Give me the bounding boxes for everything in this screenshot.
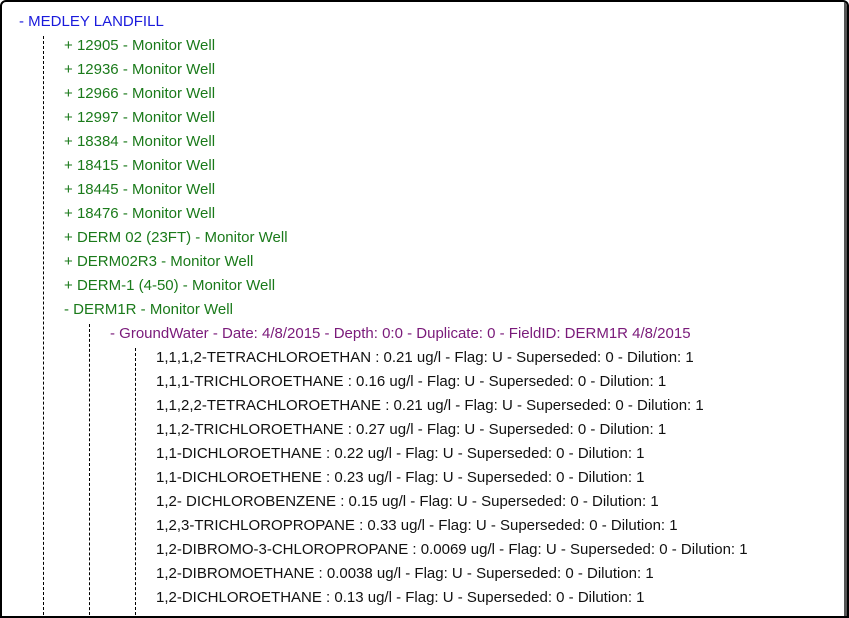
tree-node-well[interactable]: + 18384 - Monitor Well [64,130,215,154]
tree-node-label: 18445 - Monitor Well [76,181,216,198]
tree-guide-level-2 [89,324,90,616]
tree-node-well[interactable]: + DERM02R3 - Monitor Well [64,250,253,274]
tree-node-result[interactable]: 1,2-DIBROMOETHANE : 0.0038 ug/l - Flag: … [156,562,654,586]
tree-node-result[interactable]: 1,2,3-TRICHLOROPROPANE : 0.33 ug/l - Fla… [156,514,678,538]
tree-node-result[interactable]: 1,1,1-TRICHLOROETHANE : 0.16 ug/l - Flag… [156,370,666,394]
tree-guide-level-3 [135,348,136,616]
expand-toggle[interactable]: + [64,109,77,126]
tree-node-label: 18415 - Monitor Well [76,157,216,174]
expand-toggle[interactable]: + [64,61,77,78]
tree-node-result[interactable]: 1,2-DIBROMO-3-CHLOROPROPANE : 0.0069 ug/… [156,538,748,562]
tree-node-result[interactable]: 1,2- DICHLOROBENZENE : 0.15 ug/l - Flag:… [156,490,659,514]
tree-node-result[interactable]: 1,1,2,2-TETRACHLOROETHANE : 0.21 ug/l - … [156,394,704,418]
collapse-toggle[interactable]: - [19,13,28,30]
tree-node-well[interactable]: + 12905 - Monitor Well [64,34,215,58]
tree-node-result[interactable]: 1,2-DICHLOROETHANE : 0.13 ug/l - Flag: U… [156,586,645,610]
tree-node-label: 12997 - Monitor Well [76,109,216,126]
tree-node-label: DERM1R - Monitor Well [73,301,233,318]
tree-node-result[interactable]: 1,1-DICHLOROETHANE : 0.22 ug/l - Flag: U… [156,442,645,466]
tree-node-well-expanded[interactable]: - DERM1R - Monitor Well [64,298,233,322]
tree-node-sample[interactable]: - GroundWater - Date: 4/8/2015 - Depth: … [110,322,691,346]
tree-panel: - MEDLEY LANDFILL + 12905 - Monitor Well… [0,0,849,618]
tree-node-label: 12905 - Monitor Well [76,37,216,54]
tree-node-well[interactable]: + DERM-1 (4-50) - Monitor Well [64,274,275,298]
tree-node-result[interactable]: 1,1,1,2-TETRACHLOROETHAN : 0.21 ug/l - F… [156,346,694,370]
tree-node-label: 18476 - Monitor Well [76,205,216,222]
tree-node-well[interactable]: + 18445 - Monitor Well [64,178,215,202]
panel-shadow [844,2,847,616]
tree-node-label: MEDLEY LANDFILL [28,13,164,30]
tree-node-well[interactable]: + 12966 - Monitor Well [64,82,215,106]
expand-toggle[interactable]: + [64,181,77,198]
collapse-toggle[interactable]: - [110,325,119,342]
tree-node-result[interactable]: 1,1,2-TRICHLOROETHANE : 0.27 ug/l - Flag… [156,418,666,442]
tree-node-well[interactable]: + DERM 02 (23FT) - Monitor Well [64,226,288,250]
expand-toggle[interactable]: + [64,157,77,174]
expand-toggle[interactable]: + [64,85,77,102]
tree-node-label: DERM02R3 - Monitor Well [76,253,254,270]
tree-guide-level-1 [43,36,44,616]
tree-node-label: 12966 - Monitor Well [76,85,216,102]
collapse-toggle[interactable]: - [64,301,73,318]
tree-node-well[interactable]: + 12997 - Monitor Well [64,106,215,130]
expand-toggle[interactable]: + [64,277,77,294]
expand-toggle[interactable]: + [64,253,77,270]
tree-node-label: 18384 - Monitor Well [76,133,216,150]
tree-node-label: DERM-1 (4-50) - Monitor Well [76,277,276,294]
expand-toggle[interactable]: + [64,37,77,54]
tree-node-result[interactable]: 1,1-DICHLOROETHENE : 0.23 ug/l - Flag: U… [156,466,645,490]
expand-toggle[interactable]: + [64,229,77,246]
tree-node-label: 12936 - Monitor Well [76,61,216,78]
tree-node-label: GroundWater - Date: 4/8/2015 - Depth: 0:… [119,325,691,342]
tree-node-root[interactable]: - MEDLEY LANDFILL [19,10,164,34]
tree-node-well[interactable]: + 12936 - Monitor Well [64,58,215,82]
tree-node-label: DERM 02 (23FT) - Monitor Well [76,229,288,246]
expand-toggle[interactable]: + [64,205,77,222]
expand-toggle[interactable]: + [64,133,77,150]
tree-node-well[interactable]: + 18415 - Monitor Well [64,154,215,178]
tree-node-well[interactable]: + 18476 - Monitor Well [64,202,215,226]
